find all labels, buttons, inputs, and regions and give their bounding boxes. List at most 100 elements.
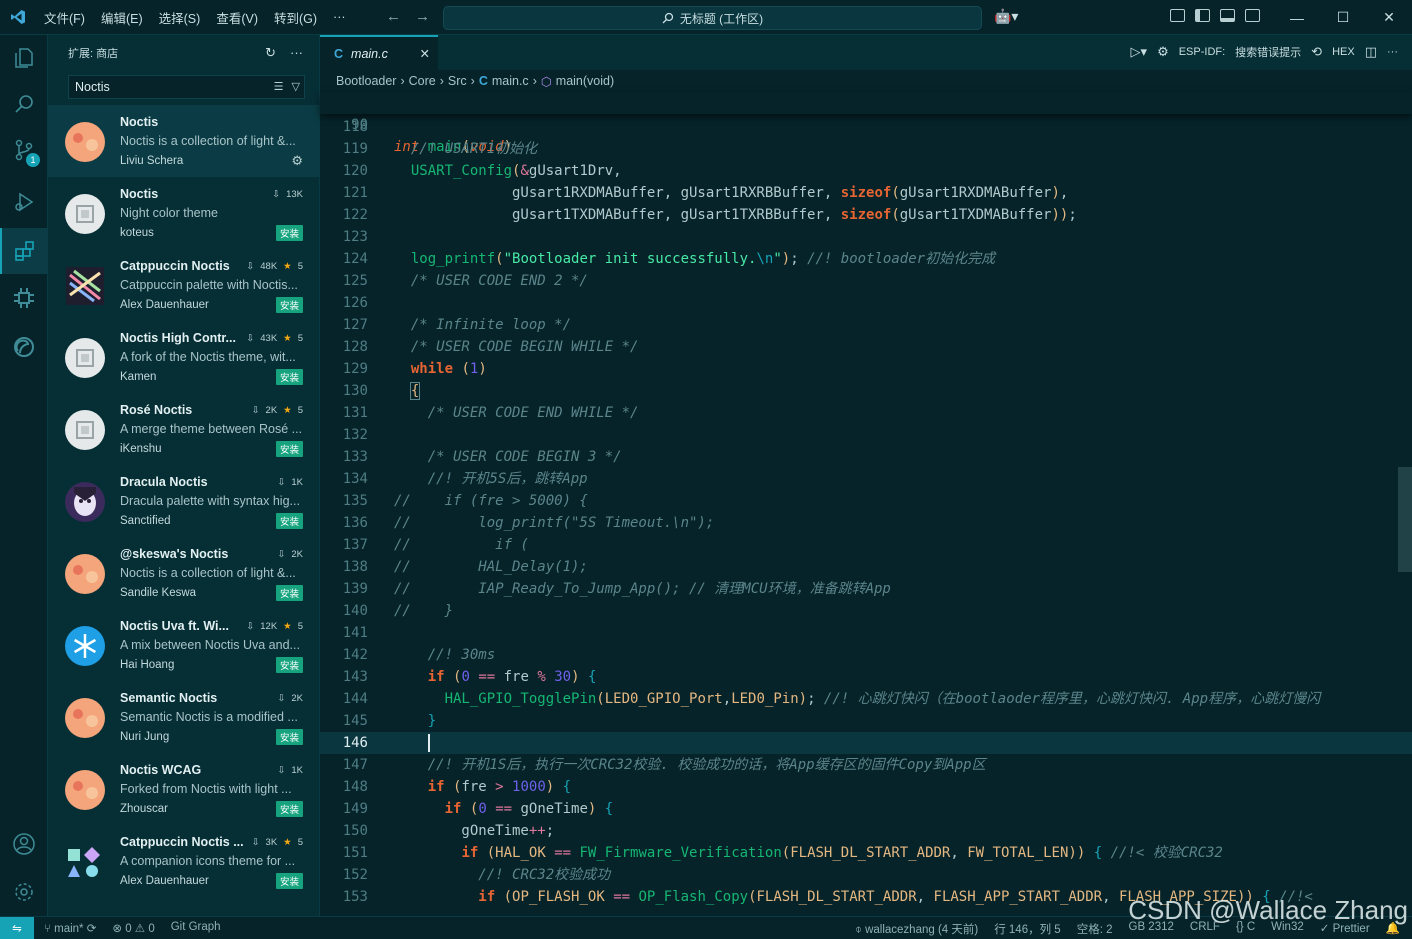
copilot-icon[interactable]: 🤖▾ <box>994 8 1018 25</box>
code-line[interactable]: 123 <box>320 226 1412 248</box>
code-line[interactable]: 127 /* Infinite loop */ <box>320 314 1412 336</box>
run-code-icon[interactable]: ▷▾ <box>1131 44 1148 60</box>
code-line[interactable]: 146 <box>320 732 1412 754</box>
chip-icon[interactable] <box>0 275 48 321</box>
install-button[interactable]: 安装 <box>275 513 303 529</box>
extension-item[interactable]: Noctis WCAG Forked from Noctis with light… <box>48 753 319 825</box>
filter-icon[interactable]: ▽ <box>292 80 300 93</box>
breadcrumb-file[interactable]: main.c <box>492 74 529 88</box>
hex-button[interactable]: HEX <box>1332 46 1355 58</box>
explorer-icon[interactable] <box>0 35 48 81</box>
code-line[interactable]: 122 gUsart1TXDMABuffer, gUsart1TXRBBuffe… <box>320 204 1412 226</box>
extension-item[interactable]: Noctis High Contr... A fork of the Noctis… <box>48 321 319 393</box>
extension-settings-gear-icon[interactable]: ⚙ <box>291 153 303 169</box>
settings-gear-icon[interactable]: ⚙ <box>1157 44 1169 60</box>
toggle-secondary-sidebar-icon[interactable] <box>1245 9 1260 22</box>
search-error-button[interactable]: 搜索错误提示 <box>1235 44 1301 60</box>
code-line[interactable]: 136 // log_printf("5S Timeout.\n"); <box>320 512 1412 534</box>
breadcrumb-src[interactable]: Src <box>448 74 467 88</box>
git-graph-button[interactable]: Git Graph <box>171 921 221 935</box>
minimize-icon[interactable]: — <box>1274 0 1320 35</box>
code-line[interactable]: 142 //! 30ms <box>320 644 1412 666</box>
menu-go[interactable]: 转到(G) <box>266 8 325 27</box>
code-line[interactable]: 126 <box>320 292 1412 314</box>
code-line[interactable]: 130 { <box>320 380 1412 402</box>
close-tab-icon[interactable]: ✕ <box>420 46 430 61</box>
split-editor-icon[interactable]: ◫ <box>1365 44 1377 60</box>
code-line[interactable]: 134 //! 开机5S后，跳转App <box>320 468 1412 490</box>
extension-item[interactable]: Catppuccin Noctis Catppuccin palette with… <box>48 249 319 321</box>
editor-more-icon[interactable]: ··· <box>1387 46 1398 58</box>
toggle-primary-sidebar-icon[interactable] <box>1195 9 1210 22</box>
search-activity-icon[interactable] <box>0 81 48 127</box>
code-line[interactable]: 144 HAL_GPIO_TogglePin(LED0_GPIO_Port,LE… <box>320 688 1412 710</box>
breadcrumb-function[interactable]: main(void) <box>556 74 614 88</box>
menu-selection[interactable]: 选择(S) <box>151 8 209 27</box>
code-line[interactable]: 124 log_printf("Bootloader init successf… <box>320 248 1412 270</box>
manage-gear-icon[interactable] <box>0 869 48 915</box>
install-button[interactable]: 安装 <box>275 873 303 889</box>
extension-item[interactable]: Noctis Night color theme koteus ⇩ 13K 安装 <box>48 177 319 249</box>
extension-item[interactable]: Noctis Noctis is a collection of light &.… <box>48 105 319 177</box>
code-editor[interactable]: 90 int main(void) 118 119 //! USART1初始化 12… <box>320 92 1412 916</box>
breadcrumb-core[interactable]: Core <box>409 74 436 88</box>
extension-item[interactable]: Dracula Noctis Dracula palette with synta… <box>48 465 319 537</box>
extensions-icon[interactable] <box>0 228 48 274</box>
command-center[interactable]: 无标题 (工作区) <box>443 6 982 30</box>
extension-search-input[interactable]: Noctis ☰ ▽ <box>68 75 305 99</box>
menu-view[interactable]: 查看(V) <box>208 8 266 27</box>
install-button[interactable]: 安装 <box>275 657 303 673</box>
extension-item[interactable]: Rosé Noctis A merge theme between Rosé ..… <box>48 393 319 465</box>
menu-more[interactable]: ··· <box>325 10 354 24</box>
toggle-panel-icon[interactable] <box>1220 9 1235 22</box>
code-line[interactable]: 118 <box>320 116 1412 138</box>
problems-indicator[interactable]: ⊗ 0 ⚠ 0 <box>112 921 154 935</box>
code-line[interactable]: 135 // if (fre > 5000) { <box>320 490 1412 512</box>
install-button[interactable]: 安装 <box>275 729 303 745</box>
forward-arrow-icon[interactable]: → <box>415 8 430 25</box>
account-icon[interactable] <box>0 821 48 867</box>
install-button[interactable]: 安装 <box>275 369 303 385</box>
code-line[interactable]: 147 //! 开机1S后，执行一次CRC32校验. 校验成功的话，将App缓存… <box>320 754 1412 776</box>
extension-item[interactable]: Catppuccin Noctis ... A companion icons t… <box>48 825 319 897</box>
menu-edit[interactable]: 编辑(E) <box>93 8 151 27</box>
back-arrow-icon[interactable]: ← <box>386 8 401 25</box>
install-button[interactable]: 安装 <box>275 441 303 457</box>
breadcrumb-bootloader[interactable]: Bootloader <box>336 74 396 88</box>
code-line[interactable]: 120 USART_Config(&gUsart1Drv, <box>320 160 1412 182</box>
install-button[interactable]: 安装 <box>275 801 303 817</box>
code-line[interactable]: 121 gUsart1RXDMABuffer, gUsart1RXRBBuffe… <box>320 182 1412 204</box>
maximize-icon[interactable]: ☐ <box>1320 0 1366 35</box>
remote-icon[interactable]: ⇋ <box>0 916 34 939</box>
code-line[interactable]: 119 //! USART1初始化 <box>320 138 1412 160</box>
close-window-icon[interactable]: ✕ <box>1366 0 1412 35</box>
espressif-icon[interactable] <box>0 324 48 370</box>
code-line[interactable]: 139 // IAP_Ready_To_Jump_App(); // 清理MCU环… <box>320 578 1412 600</box>
code-line[interactable]: 149 if (0 == gOneTime) { <box>320 798 1412 820</box>
layout-customize-icon[interactable] <box>1170 9 1185 22</box>
code-line[interactable]: 131 /* USER CODE END WHILE */ <box>320 402 1412 424</box>
history-icon[interactable]: ⟲ <box>1311 44 1322 60</box>
code-line[interactable]: 132 <box>320 424 1412 446</box>
code-line[interactable]: 140 // } <box>320 600 1412 622</box>
code-line[interactable]: 137 // if ( <box>320 534 1412 556</box>
install-button[interactable]: 安装 <box>275 225 303 241</box>
code-line[interactable]: 152 //! CRC32校验成功 <box>320 864 1412 886</box>
indent-spaces[interactable]: 空格: 2 <box>1077 921 1113 937</box>
code-line[interactable]: 150 gOneTime++; <box>320 820 1412 842</box>
code-line[interactable]: 125 /* USER CODE END 2 */ <box>320 270 1412 292</box>
more-actions-icon[interactable]: ··· <box>290 45 303 61</box>
tab-main-c[interactable]: C main.c ✕ <box>320 35 438 70</box>
code-line[interactable]: 128 /* USER CODE BEGIN WHILE */ <box>320 336 1412 358</box>
branch-indicator[interactable]: ⑂ main* ⟳ <box>44 921 96 935</box>
run-debug-icon[interactable] <box>0 179 48 225</box>
code-line[interactable]: 138 // HAL_Delay(1); <box>320 556 1412 578</box>
git-blame-info[interactable]: ⌽ wallacezhang (4 天前) <box>855 921 978 937</box>
install-button[interactable]: 安装 <box>275 297 303 313</box>
code-line[interactable]: 133 /* USER CODE BEGIN 3 */ <box>320 446 1412 468</box>
code-line[interactable]: 145 } <box>320 710 1412 732</box>
code-line[interactable]: 141 <box>320 622 1412 644</box>
code-line[interactable]: 129 while (1) <box>320 358 1412 380</box>
espidf-label[interactable]: ESP-IDF: <box>1179 46 1225 58</box>
sticky-scroll-line[interactable]: 90 int main(void) <box>320 92 1412 155</box>
